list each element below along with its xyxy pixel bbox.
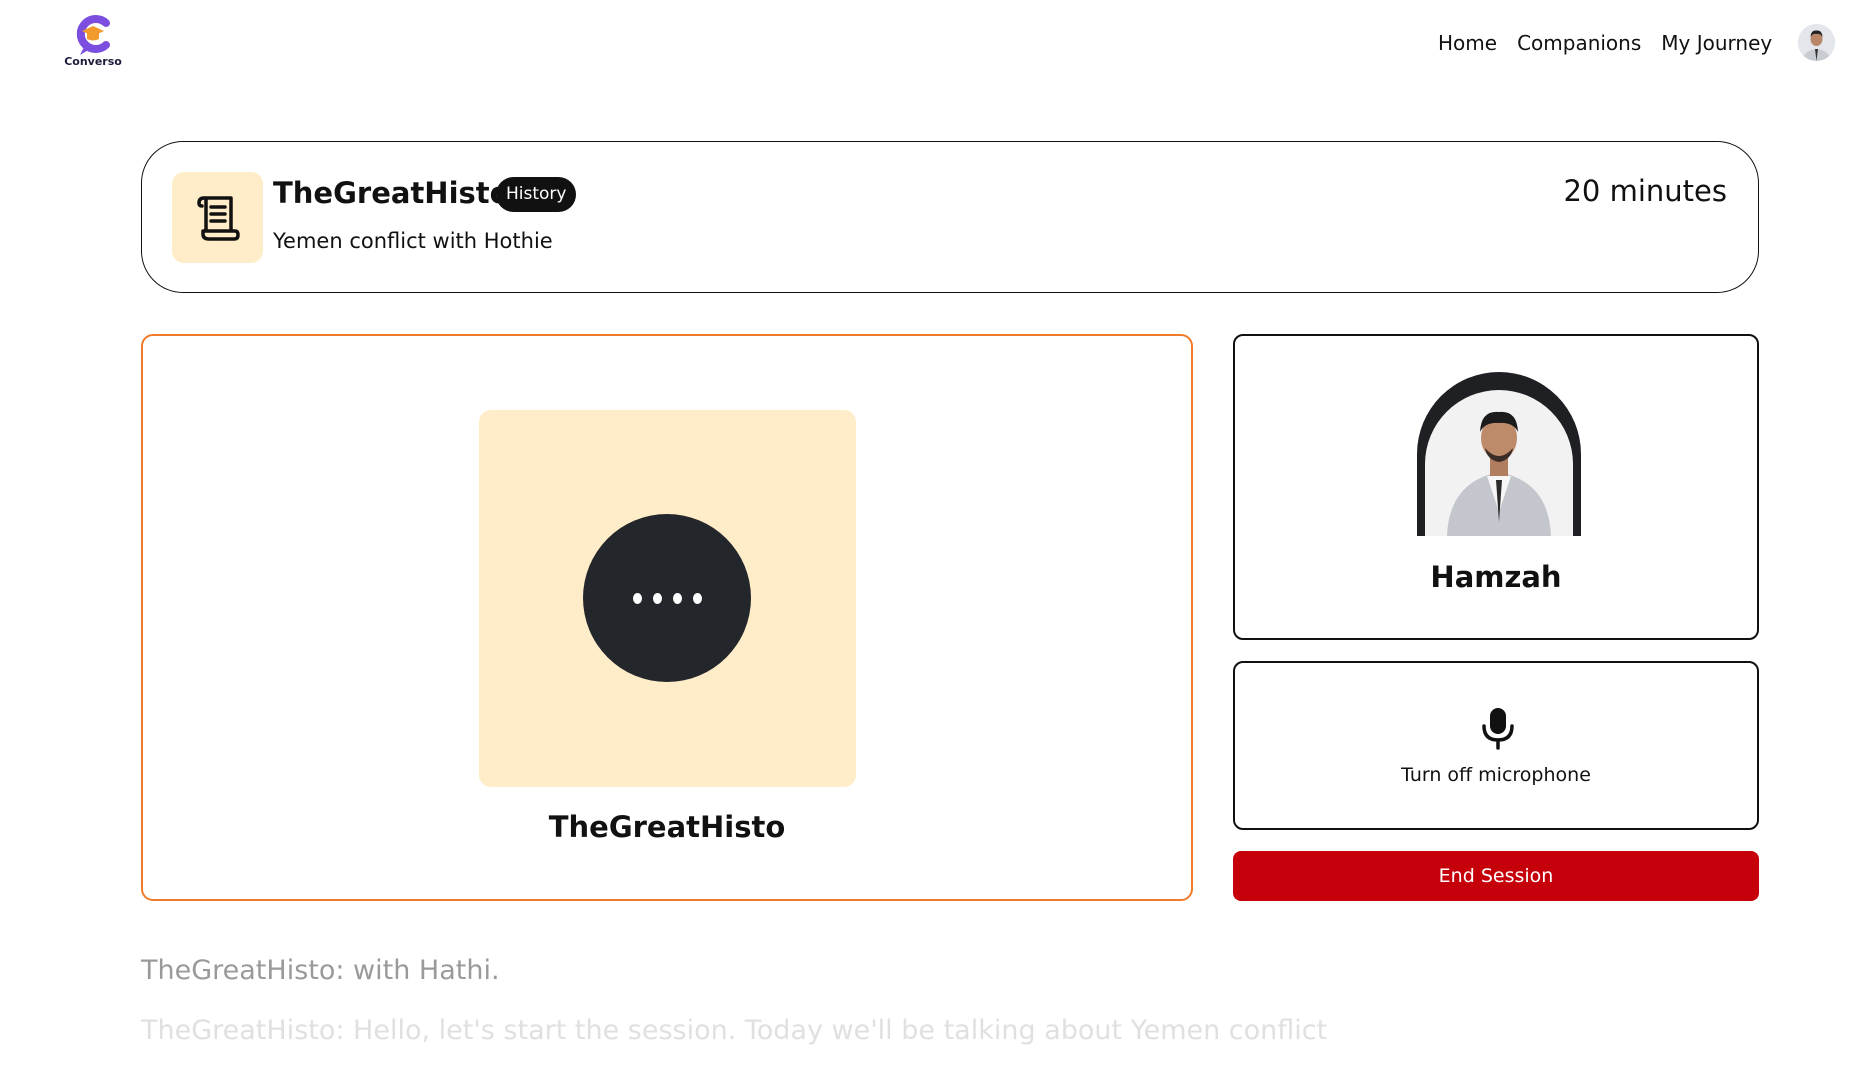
session-topic: Yemen conflict with Hothie xyxy=(273,229,553,253)
companion-panel-name: TheGreatHisto xyxy=(548,810,786,844)
toggle-microphone-button[interactable]: Turn off microphone xyxy=(1233,661,1759,830)
user-name: Hamzah xyxy=(1430,560,1562,594)
dot xyxy=(652,592,662,604)
user-photo-icon xyxy=(1417,372,1581,536)
brand-name: Converso xyxy=(64,55,122,68)
transcript-message: TheGreatHisto: Hello, let's start the se… xyxy=(141,1015,1328,1046)
companion-name: TheGreatHisto xyxy=(273,176,510,210)
companion-visual xyxy=(479,410,856,787)
subject-icon-box xyxy=(172,172,263,263)
user-panel: Hamzah xyxy=(1233,334,1759,640)
dot xyxy=(632,592,642,604)
microphone-label: Turn off microphone xyxy=(1401,764,1591,786)
speaking-dots-icon xyxy=(583,514,751,682)
session-duration: 20 minutes xyxy=(1563,174,1727,208)
user-avatar-icon xyxy=(1798,24,1835,61)
dot xyxy=(692,592,702,604)
microphone-icon xyxy=(1482,708,1514,750)
history-scroll-icon xyxy=(196,195,240,241)
converso-logo-icon xyxy=(76,15,110,55)
subject-badge: History xyxy=(496,177,577,212)
nav-link-my-journey[interactable]: My Journey xyxy=(1661,31,1772,55)
user-avatar-button[interactable] xyxy=(1798,24,1835,61)
transcript-message: TheGreatHisto: with Hathi. xyxy=(141,955,500,986)
session-info-card: TheGreatHisto History Yemen conflict wit… xyxy=(141,141,1759,293)
nav-link-home[interactable]: Home xyxy=(1438,31,1497,55)
nav-links: Home Companions My Journey xyxy=(1438,31,1772,55)
nav-link-companions[interactable]: Companions xyxy=(1517,31,1641,55)
transcript: TheGreatHisto: with Hathi. TheGreatHisto… xyxy=(141,955,1759,1075)
navbar: Converso Home Companions My Journey xyxy=(0,0,1872,90)
converso-logo[interactable]: Converso xyxy=(62,14,124,70)
companion-panel: TheGreatHisto xyxy=(141,334,1193,901)
dot xyxy=(672,592,682,604)
end-session-button[interactable]: End Session xyxy=(1233,851,1759,901)
